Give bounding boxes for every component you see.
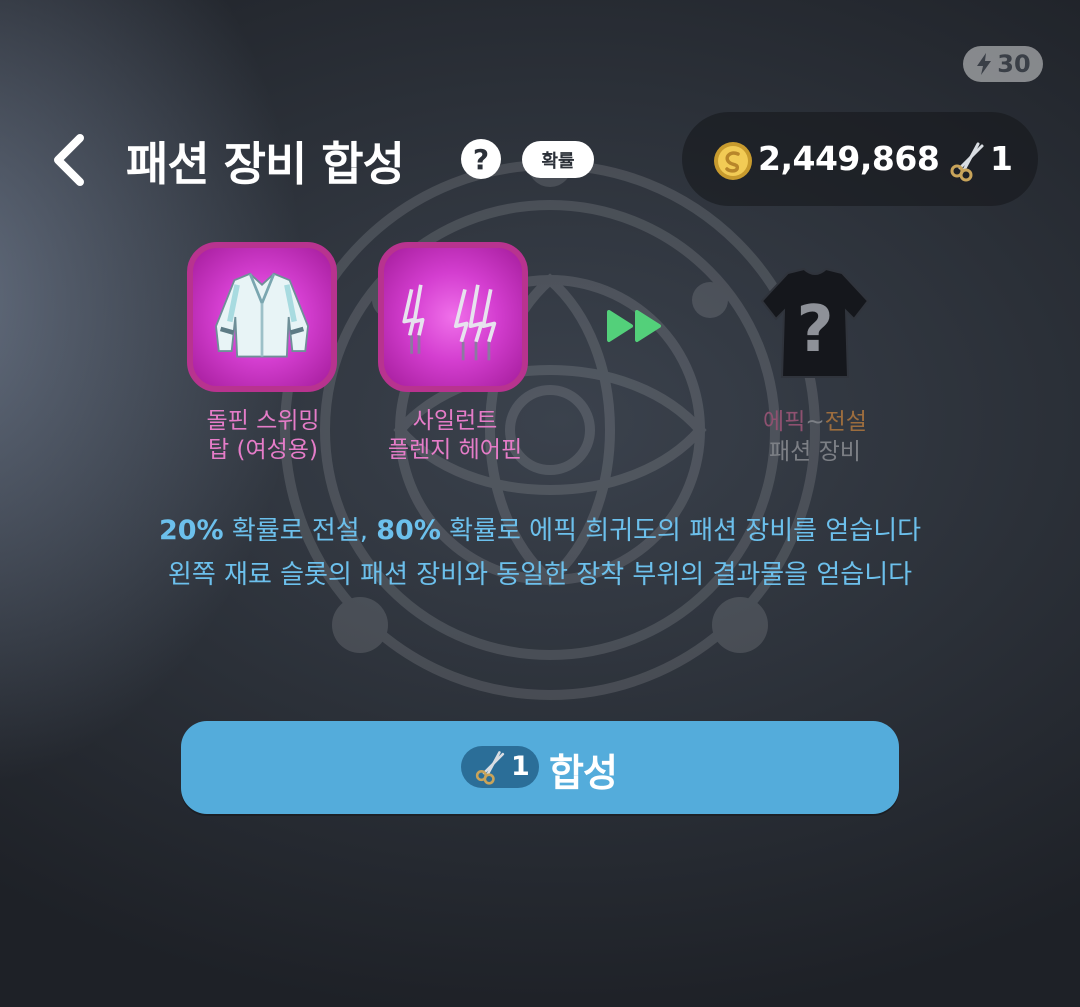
material-name-1-line1: 돌핀 스위밍 bbox=[206, 408, 320, 434]
probability-button[interactable]: 확률 bbox=[522, 141, 594, 178]
result-rarity: 에픽~전설 bbox=[705, 407, 925, 437]
description-line-1: 20% 확률로 전설, 80% 확률로 에픽 희귀도의 패션 장비를 얻습니다 bbox=[0, 510, 1080, 547]
description-text-1b: 확률로 에픽 희귀도의 패션 장비를 얻습니다 bbox=[440, 516, 922, 546]
svg-text:?: ? bbox=[796, 293, 833, 367]
rarity-tilde: ~ bbox=[805, 409, 825, 435]
material-name-2: 사일런트 플렌지 헤어핀 bbox=[345, 407, 565, 465]
synthesize-button[interactable] bbox=[181, 721, 899, 814]
back-button[interactable] bbox=[48, 132, 92, 188]
energy-badge: 30 bbox=[963, 46, 1043, 82]
description-text-1a: 확률로 전설, bbox=[223, 516, 377, 546]
material-name-1: 돌핀 스위밍 탑 (여성용) bbox=[153, 407, 373, 465]
hairpin-icon bbox=[402, 284, 497, 361]
chevron-left-icon bbox=[54, 134, 84, 186]
page-title: 패션 장비 합성 bbox=[126, 137, 405, 191]
epic-percent: 80% bbox=[376, 515, 441, 546]
scissors-icon bbox=[475, 751, 505, 785]
fast-forward-icon bbox=[607, 310, 661, 342]
lightning-icon bbox=[977, 53, 992, 75]
synthesize-label: 합성 bbox=[549, 751, 618, 795]
material-name-2-line2: 플렌지 헤어핀 bbox=[387, 437, 523, 463]
description-line-2: 왼쪽 재료 슬롯의 패션 장비와 동일한 장착 부위의 결과물을 얻습니다 bbox=[167, 560, 913, 590]
gold-amount: 2,449,868 bbox=[758, 139, 940, 178]
material-slot-2[interactable] bbox=[378, 242, 528, 392]
jacket-icon bbox=[215, 272, 309, 358]
legend-percent: 20% bbox=[158, 515, 224, 546]
material-name-2-line1: 사일런트 bbox=[412, 408, 498, 434]
result-label: 에픽~전설 패션 장비 bbox=[705, 407, 925, 467]
gold-coin-icon bbox=[714, 142, 752, 180]
ticket-amount: 1 bbox=[990, 139, 1013, 178]
rarity-legend: 전설 bbox=[824, 409, 867, 435]
cost-amount: 1 bbox=[511, 751, 530, 782]
material-name-1-line2: 탑 (여성용) bbox=[208, 437, 318, 463]
help-button[interactable]: ? bbox=[461, 139, 501, 179]
rarity-epic: 에픽 bbox=[763, 409, 806, 435]
material-slot-1[interactable] bbox=[187, 242, 337, 392]
mystery-shirt-icon: ? bbox=[760, 267, 870, 378]
result-subtitle: 패션 장비 bbox=[769, 439, 861, 465]
scissors-icon bbox=[950, 142, 984, 182]
energy-value: 30 bbox=[997, 50, 1031, 78]
